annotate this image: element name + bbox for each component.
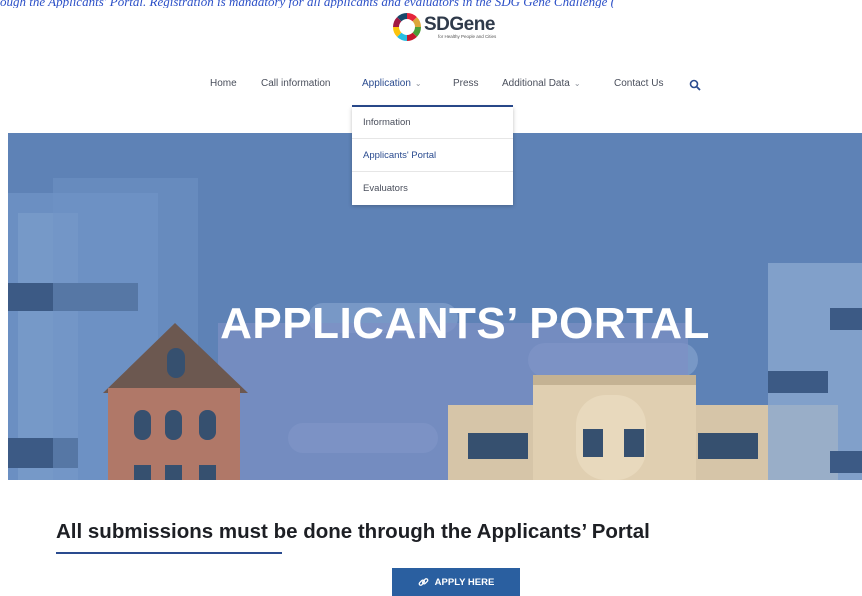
main-nav: Home Call information Application ⌄ Press… — [0, 78, 862, 94]
logo-name: SDGene — [424, 13, 495, 35]
logo[interactable]: SDGene for Healthy People and Cities — [392, 8, 496, 46]
application-dropdown-menu: Information Applicants' Portal Evaluator… — [352, 107, 513, 205]
chevron-down-icon: ⌄ — [414, 79, 422, 88]
logo-text: SDGene for Healthy People and Cities — [424, 15, 496, 40]
nav-additional-data[interactable]: Additional Data ⌄ — [502, 78, 581, 89]
search-icon[interactable] — [689, 79, 701, 91]
nav-contact-us[interactable]: Contact Us — [614, 78, 663, 89]
top-strip: ough the Applicants' Portal. Registratio… — [0, 0, 862, 8]
top-strip-text: ough the Applicants' Portal. Registratio… — [0, 0, 615, 8]
nav-application[interactable]: Application ⌄ — [362, 78, 422, 89]
link-icon — [418, 577, 429, 588]
nav-home[interactable]: Home — [210, 78, 237, 89]
heading-underline — [56, 552, 282, 554]
dropdown-item-evaluators[interactable]: Evaluators — [352, 173, 513, 205]
hero-title: APPLICANTS’ PORTAL — [220, 299, 710, 348]
apply-here-label: APPLY HERE — [434, 576, 495, 588]
apply-here-button[interactable]: APPLY HERE — [392, 568, 520, 596]
chevron-down-icon: ⌄ — [573, 79, 581, 88]
dropdown-item-applicants-portal[interactable]: Applicants' Portal — [352, 140, 513, 172]
nav-call-information[interactable]: Call information — [261, 78, 330, 89]
nav-press[interactable]: Press — [453, 78, 479, 89]
nav-additional-data-label: Additional Data — [502, 78, 570, 89]
logo-tagline: for Healthy People and Cities — [438, 33, 497, 39]
dropdown-item-information[interactable]: Information — [352, 107, 513, 139]
sdg-wheel-icon — [393, 13, 421, 41]
section-heading: All submissions must be done through the… — [56, 520, 650, 543]
nav-application-label: Application — [362, 78, 411, 89]
